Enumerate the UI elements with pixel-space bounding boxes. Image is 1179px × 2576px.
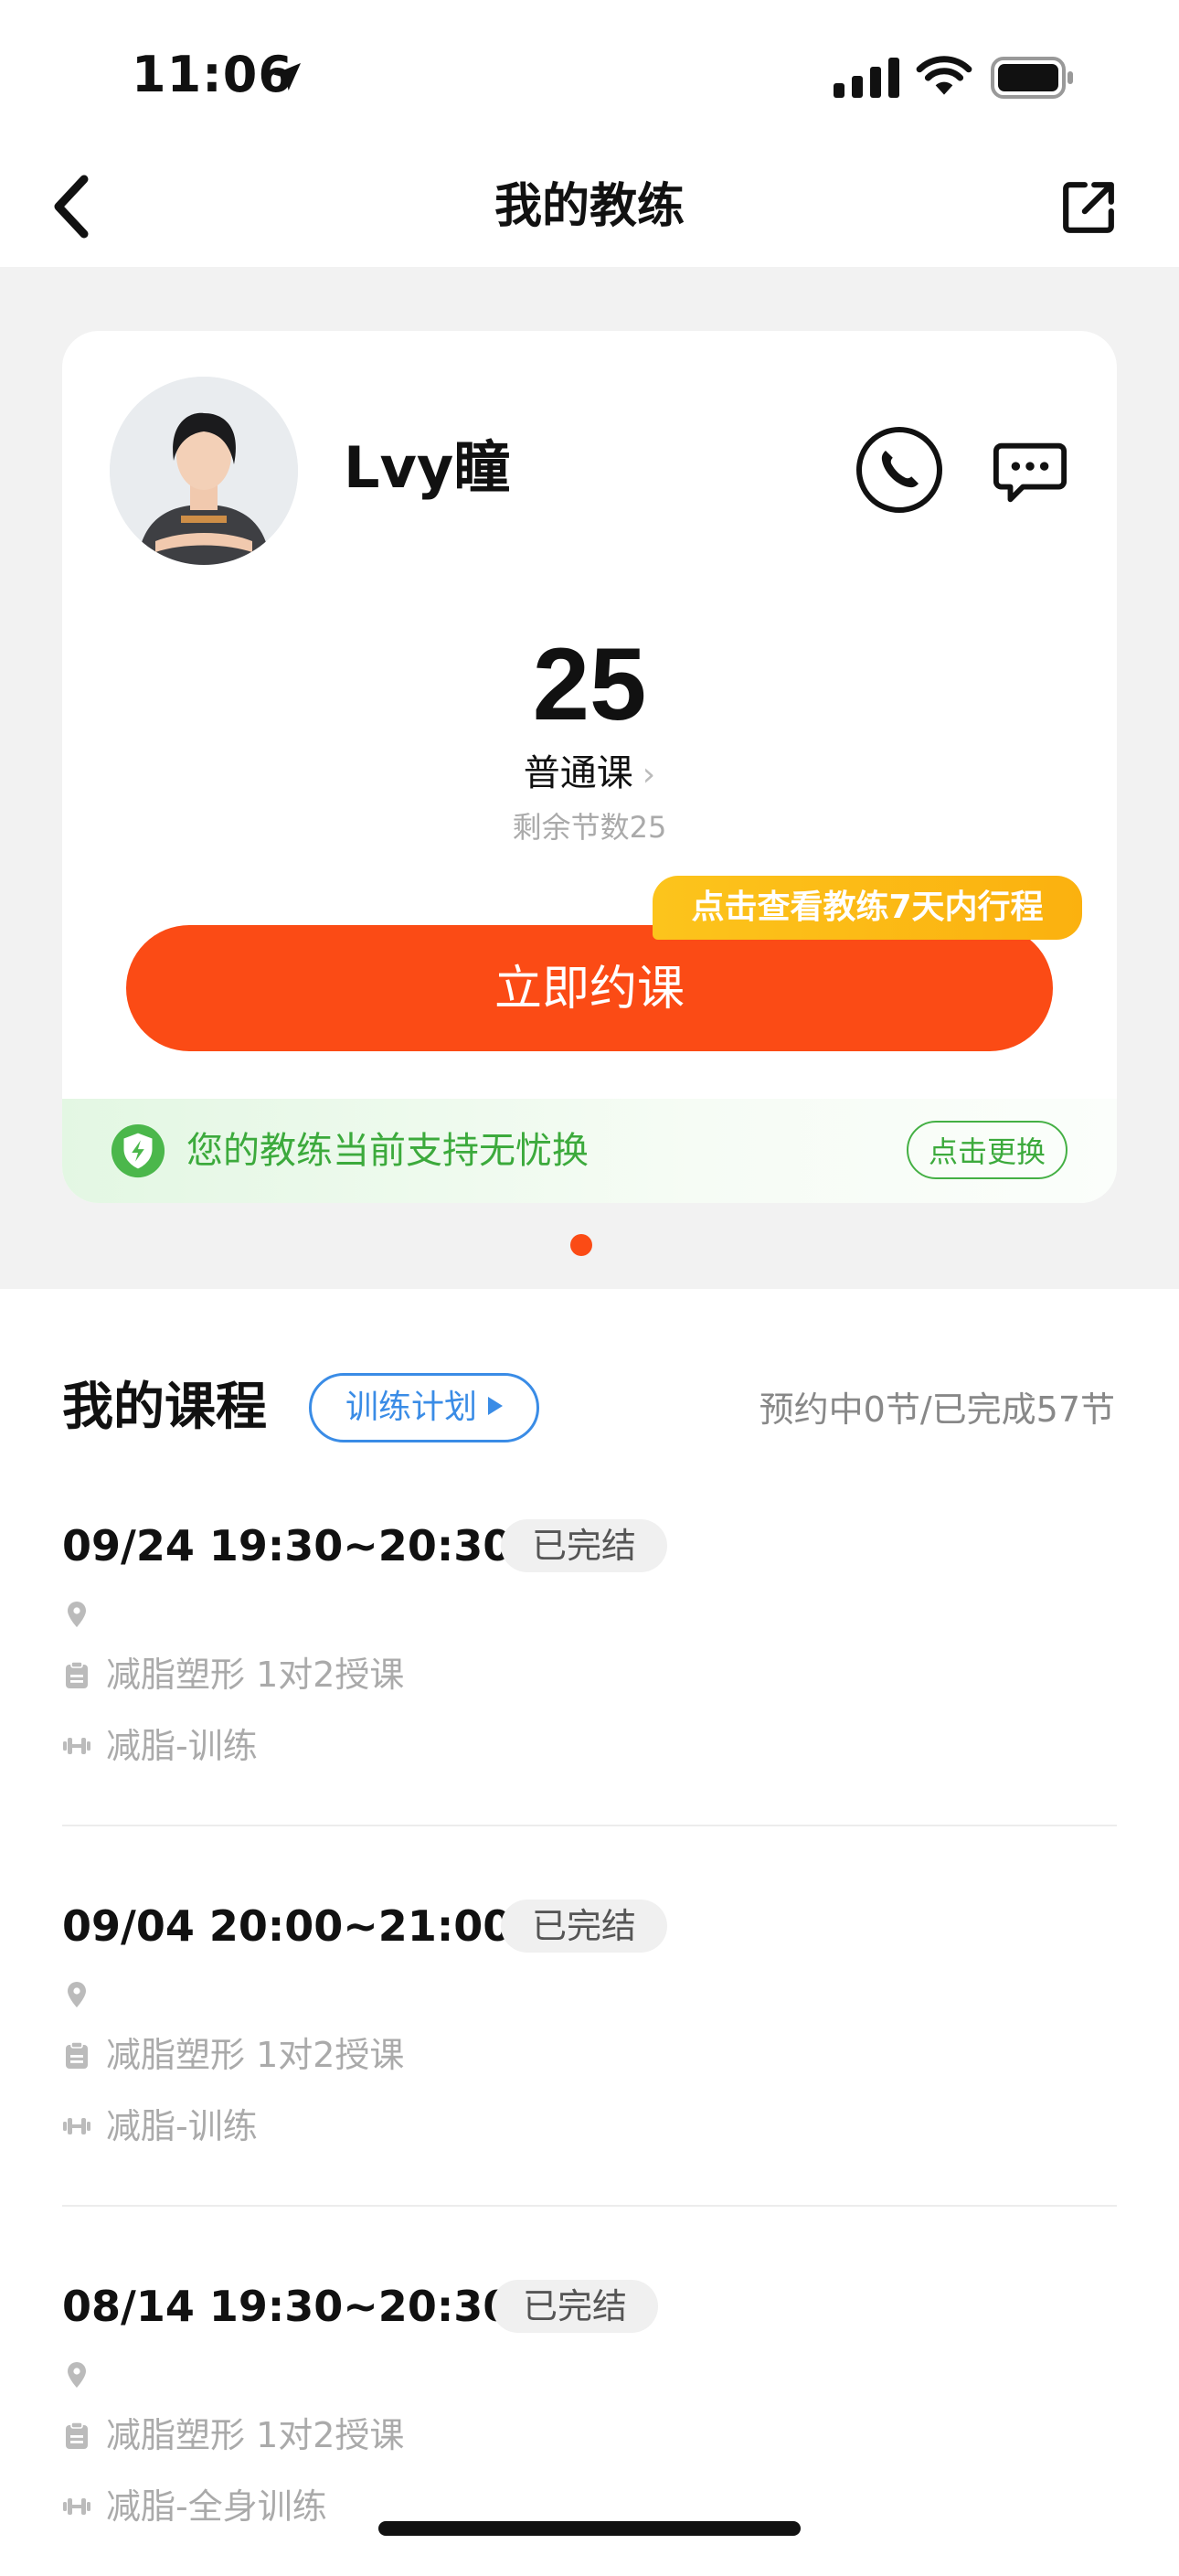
- dumbbell-icon: [63, 2118, 90, 2134]
- status-badge: 已完结: [501, 1519, 668, 1572]
- status-badge: 已完结: [501, 1900, 668, 1953]
- training-plan-button[interactable]: 训练计划: [309, 1373, 539, 1442]
- dumbbell-icon: [63, 1738, 90, 1754]
- training-plan-label: 训练计划: [345, 1389, 477, 1426]
- remaining-lessons: 剩余节数25: [512, 810, 667, 845]
- chat-icon[interactable]: [991, 431, 1069, 510]
- chevron-right-icon: ›: [642, 756, 656, 793]
- page-title: 我的教练: [494, 179, 685, 234]
- dumbbell-icon: [63, 2498, 90, 2515]
- courses-title: 我的课程: [62, 1378, 267, 1437]
- course-time: 08/14 19:30~20:30: [62, 2282, 513, 2331]
- clipboard-icon: [66, 2422, 88, 2449]
- nav-bar: 我的教练: [0, 146, 1179, 267]
- view-schedule-tag[interactable]: 点击查看教练7天内行程: [653, 876, 1082, 940]
- coach-name: Lvy瞳: [344, 434, 511, 501]
- status-bar: 11:06: [0, 0, 1179, 146]
- wifi-icon: [916, 56, 972, 95]
- course-focus: 减脂-训练: [106, 1726, 258, 1766]
- cellular-signal-icon: [834, 58, 899, 98]
- divider: [62, 2205, 1117, 2207]
- course-focus: 减脂-训练: [106, 2106, 258, 2146]
- change-coach-button[interactable]: 点击更换: [907, 1121, 1067, 1179]
- home-indicator[interactable]: [378, 2521, 801, 2536]
- coach-avatar[interactable]: [110, 377, 298, 565]
- book-lesson-button[interactable]: 立即约课: [126, 925, 1053, 1051]
- course-stats: 预约中0节/已完成57节: [759, 1389, 1115, 1430]
- divider: [62, 1825, 1117, 1826]
- course-focus: 减脂-全身训练: [106, 2486, 327, 2527]
- map-pin-icon: [68, 1982, 86, 2007]
- location-arrow-icon: [273, 63, 301, 90]
- carousel-page-dot: [570, 1234, 592, 1256]
- status-badge: 已完结: [492, 2280, 659, 2333]
- lesson-type-label: 普通课: [523, 752, 633, 794]
- shield-icon: [111, 1123, 165, 1178]
- course-time: 09/04 20:00~21:00: [62, 1901, 513, 1951]
- guarantee-text: 您的教练当前支持无忧换: [186, 1130, 589, 1172]
- phone-icon[interactable]: [855, 426, 943, 514]
- course-item[interactable]: 09/24 19:30~20:30 已完结 减脂塑形 1对2授课 减脂-训练: [62, 1514, 1117, 1815]
- course-name: 减脂塑形 1对2授课: [106, 1655, 405, 1695]
- coach-photo: [110, 377, 298, 565]
- lesson-count: 25: [532, 627, 647, 741]
- guarantee-bar: 您的教练当前支持无忧换 点击更换: [62, 1099, 1117, 1203]
- map-pin-icon: [68, 1602, 86, 1627]
- course-item[interactable]: 09/04 20:00~21:00 已完结 减脂塑形 1对2授课 减脂-训练: [62, 1894, 1117, 2196]
- course-name: 减脂塑形 1对2授课: [106, 2415, 405, 2455]
- coach-card: Lvy瞳 25 普通课 › 剩余节数25 立即约课 点击查看教练7天内行程 您的教…: [62, 331, 1117, 1203]
- clipboard-icon: [66, 2041, 88, 2069]
- map-pin-icon: [68, 2362, 86, 2388]
- course-time: 09/24 19:30~20:30: [62, 1521, 513, 1570]
- course-name: 减脂塑形 1对2授课: [106, 2035, 405, 2075]
- share-icon[interactable]: [1060, 179, 1117, 236]
- play-triangle-icon: [488, 1397, 503, 1415]
- clipboard-icon: [66, 1661, 88, 1688]
- lesson-type-link[interactable]: 普通课 ›: [62, 748, 1117, 801]
- battery-icon: [991, 57, 1073, 99]
